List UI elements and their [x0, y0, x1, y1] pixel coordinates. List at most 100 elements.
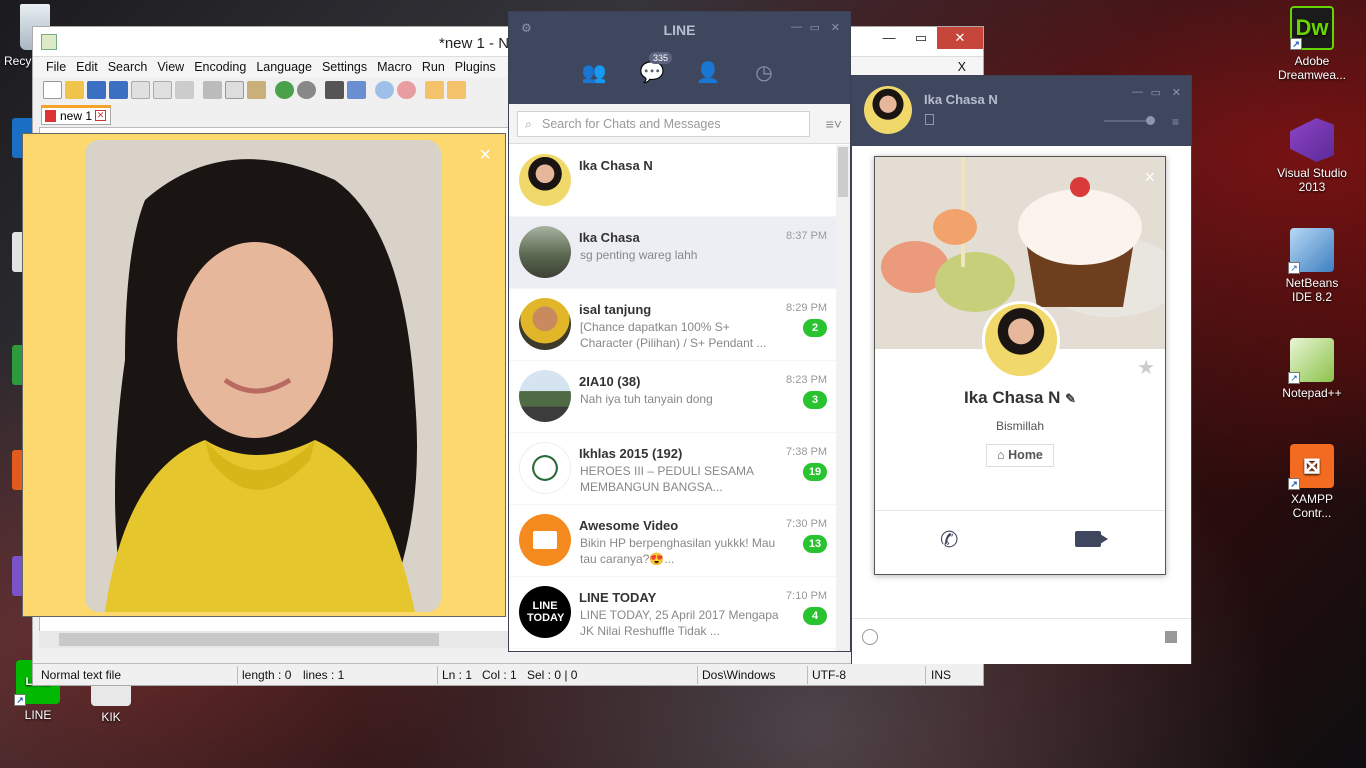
status-eol: Dos\Windows [702, 668, 776, 682]
slider-knob[interactable] [1146, 116, 1155, 125]
cut-icon[interactable] [203, 81, 222, 99]
maximize-button[interactable]: ▭ [810, 21, 820, 34]
close-button[interactable]: ✕ [1172, 86, 1181, 99]
copy-icon[interactable] [225, 81, 244, 99]
emoji-icon[interactable] [862, 629, 878, 645]
save-all-icon[interactable] [109, 81, 128, 99]
save-icon[interactable] [87, 81, 106, 99]
chat-contact-name: Ika Chasa N [924, 92, 998, 107]
print-icon[interactable] [175, 81, 194, 99]
desktop-icon-dreamweaver[interactable]: Dw ↗ Adobe Dreamwea... [1274, 6, 1350, 82]
chat-list-scrollbar[interactable] [836, 145, 850, 651]
line-today-logo-icon: LINE TODAY [519, 586, 571, 638]
chat-menu-icon[interactable]: ≡ [1172, 115, 1179, 129]
add-friend-tab-icon[interactable]: 👤 [695, 60, 721, 86]
open-file-icon[interactable] [65, 81, 84, 99]
notepadpp-title: *new 1 - N [439, 35, 510, 52]
desktop-icon-netbeans[interactable]: ↗ NetBeans IDE 8.2 [1274, 228, 1350, 304]
chat-list-item[interactable]: Ika Chasa 8:37 PM sg penting wareg lahh [509, 217, 837, 289]
chat-list-item[interactable]: Awesome Video 7:30 PM Bikin HP berpengha… [509, 505, 837, 577]
status-encoding: UTF-8 [812, 668, 846, 682]
viewer-close-button[interactable]: × [479, 144, 491, 167]
maximize-button[interactable]: ▭ [905, 27, 937, 49]
chat-list-item[interactable]: Ikhlas 2015 (192) 7:38 PM HEROES III – P… [509, 433, 837, 505]
unread-count-badge: 13 [803, 535, 827, 553]
line-titlebar[interactable]: ⚙ LINE — ▭ ✕ [509, 12, 850, 46]
list-menu-icon[interactable]: ≡˅ [826, 116, 842, 132]
chat-time: 7:30 PM [786, 518, 827, 530]
notepadpp-app-icon [41, 34, 57, 50]
desktop-icon-label: NetBeans IDE 8.2 [1285, 276, 1339, 304]
desktop-icon-notepadpp[interactable]: ↗ Notepad++ [1274, 338, 1350, 400]
profile-status-message: Bismillah [995, 419, 1044, 433]
send-icon[interactable] [1165, 631, 1177, 643]
new-file-icon[interactable] [43, 81, 62, 99]
menu-plugins[interactable]: Plugins [450, 57, 501, 77]
menu-view[interactable]: View [152, 57, 189, 77]
chat-list-item[interactable]: 2IA10 (38) 8:23 PM Nah iya tuh tanyain d… [509, 361, 837, 433]
avatar [864, 86, 912, 134]
undo-icon[interactable] [275, 81, 294, 99]
menu-search[interactable]: Search [103, 57, 153, 77]
friends-tab-icon[interactable]: 👥 [581, 60, 607, 86]
menu-language[interactable]: Language [251, 57, 317, 77]
chat-list-item[interactable]: Ika Chasa N [509, 145, 837, 217]
chat-list: Ika Chasa N Ika Chasa 8:37 PM sg penting… [509, 145, 837, 651]
menu-file[interactable]: File [41, 57, 71, 77]
voice-call-icon[interactable]: ✆ [940, 527, 958, 553]
maximize-button[interactable]: ▭ [1151, 86, 1161, 99]
close-button[interactable]: ✕ [831, 21, 840, 34]
menu-encoding[interactable]: Encoding [189, 57, 251, 77]
image-viewer-popup: × [22, 133, 506, 617]
avatar [519, 442, 571, 494]
chat-preview: LINE TODAY, 25 April 2017 Mengapa JK Nil… [580, 608, 779, 638]
chat-preview: HEROES III – PEDULI SESAMA MEMBANGUN BAN… [580, 464, 754, 494]
sync-scroll-icon[interactable] [425, 81, 444, 99]
chat-list-item[interactable]: LINE TODAY LINE TODAY 7:10 PM LINE TODAY… [509, 577, 837, 649]
menu-edit[interactable]: Edit [71, 57, 103, 77]
edit-name-icon[interactable]: ✎ [1065, 391, 1076, 406]
redo-icon[interactable] [297, 81, 316, 99]
scrollbar-thumb[interactable] [838, 147, 848, 197]
chat-list-item[interactable]: isal tanjung 8:29 PM [Chance dapatkan 10… [509, 289, 837, 361]
menu-settings[interactable]: Settings [317, 57, 372, 77]
status-lines: lines : 1 [303, 668, 345, 682]
chat-header[interactable]: Ika Chasa N — ▭ ✕ ≡ [852, 76, 1191, 146]
profile-card: × ★ Ika Chasa N ✎ Bismillah ⌂ Home ✆ [874, 156, 1166, 575]
close-all-icon[interactable] [153, 81, 172, 99]
video-logo-icon [519, 514, 571, 566]
portrait-image [85, 140, 441, 612]
paste-icon[interactable] [247, 81, 266, 99]
horizontal-scrollbar[interactable] [39, 631, 509, 648]
timeline-tab-icon[interactable]: ◷ [751, 60, 777, 86]
minimize-button[interactable]: — [1132, 86, 1143, 98]
zoom-out-icon[interactable] [397, 81, 416, 99]
menu-macro[interactable]: Macro [372, 57, 417, 77]
home-button[interactable]: ⌂ Home [986, 444, 1054, 467]
tab-new-1[interactable]: new 1 ✕ [41, 105, 111, 125]
zoom-in-icon[interactable] [375, 81, 394, 99]
minimize-button[interactable]: — [873, 27, 905, 49]
divider [875, 510, 1165, 511]
minimize-button[interactable]: — [791, 21, 802, 33]
tab-close-icon[interactable]: ✕ [95, 110, 106, 121]
close-file-icon[interactable] [131, 81, 150, 99]
favorite-star-icon[interactable]: ★ [1137, 355, 1155, 380]
note-icon[interactable] [925, 114, 934, 125]
chat-name: LINE TODAY [579, 590, 657, 605]
line-search-bar: ⌕ Search for Chats and Messages ≡˅ [509, 104, 850, 144]
wrap-icon[interactable] [447, 81, 466, 99]
desktop-icon-xampp[interactable]: ⊠ ↗ XAMPP Contr... [1274, 444, 1350, 520]
menu-run[interactable]: Run [417, 57, 450, 77]
scrollbar-thumb[interactable] [59, 633, 439, 646]
video-call-icon[interactable] [1075, 531, 1108, 547]
chat-search-input[interactable]: ⌕ Search for Chats and Messages [517, 111, 810, 137]
replace-icon[interactable] [347, 81, 366, 99]
avatar [519, 226, 571, 278]
find-icon[interactable] [325, 81, 344, 99]
profile-close-button[interactable]: × [1144, 167, 1155, 188]
close-button[interactable]: ✕ [937, 27, 983, 49]
netbeans-icon: ↗ [1288, 228, 1334, 274]
desktop-icon-visual-studio[interactable]: Visual Studio 2013 [1274, 118, 1350, 194]
menu-close-doc[interactable]: X [953, 57, 971, 77]
